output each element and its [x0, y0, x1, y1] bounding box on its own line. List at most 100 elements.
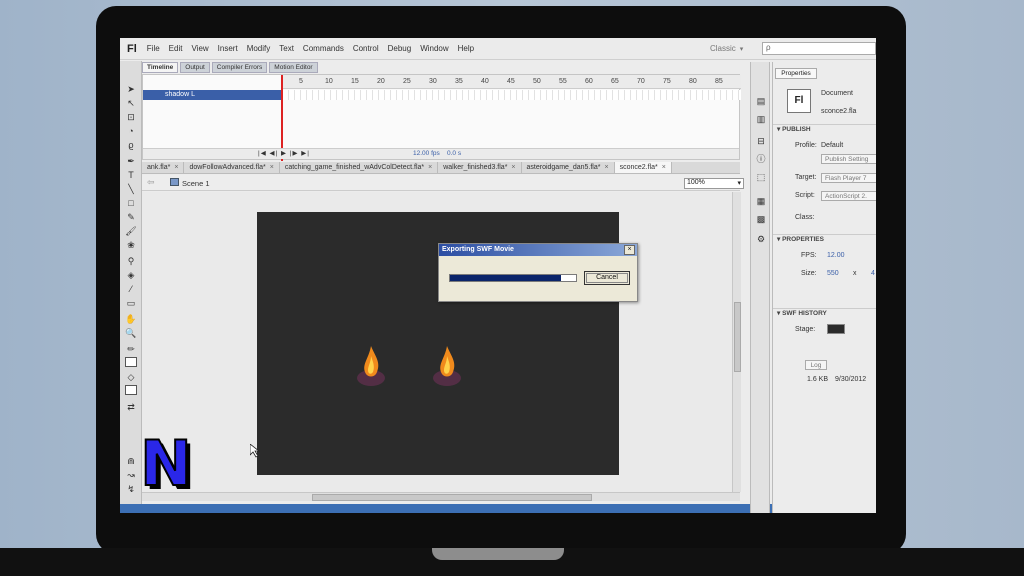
close-icon[interactable]: ×	[624, 245, 635, 255]
menu-control[interactable]: Control	[353, 44, 379, 53]
tab-timeline[interactable]: Timeline	[142, 62, 179, 73]
layer-row[interactable]: shadow L	[143, 90, 283, 100]
cancel-button[interactable]: Cancel	[584, 271, 630, 285]
transform-icon[interactable]: ⬚	[755, 172, 767, 183]
sconce-flame-left[interactable]	[351, 342, 391, 388]
info-icon[interactable]: ⓘ	[755, 154, 767, 165]
tab-properties[interactable]: Properties	[775, 68, 817, 79]
color-icon[interactable]: ▦	[755, 196, 767, 207]
stroke-color-swatch[interactable]	[125, 357, 137, 367]
frame-ruler[interactable]: 5 10 15 20 25 30 35 40 45 50 55 60 65 70…	[283, 75, 741, 89]
vertical-scrollbar[interactable]	[732, 192, 741, 492]
fill-color-icon[interactable]: ◇	[124, 371, 138, 383]
doc-tab[interactable]: dowFollowAdvanced.fla* ×	[184, 162, 280, 173]
text-tool-icon[interactable]: T	[124, 169, 138, 181]
timeline-status-bar: |◀ ◀| ▶ |▶ ▶| 12.00 fps 0.0 s	[143, 148, 739, 159]
menu-modify[interactable]: Modify	[247, 44, 271, 53]
back-arrow-icon[interactable]: ⇦	[147, 177, 155, 188]
snap-magnet-icon[interactable]: ⋒	[124, 455, 138, 467]
fill-color-swatch[interactable]	[125, 385, 137, 395]
target-label: Target:	[795, 174, 817, 181]
layer-frames[interactable]	[283, 90, 741, 100]
brush-tool-icon[interactable]: 🖌	[124, 225, 138, 237]
library-icon[interactable]: ▥	[755, 114, 767, 125]
subselection-tool-icon[interactable]: ↖	[124, 97, 138, 109]
script-select[interactable]: ActionScript 2.	[821, 191, 876, 201]
rectangle-tool-icon[interactable]: □	[124, 197, 138, 209]
pen-tool-icon[interactable]: ✒	[124, 155, 138, 167]
dialog-title: Exporting SWF Movie	[439, 244, 637, 256]
selection-tool-icon[interactable]: ➤	[124, 83, 138, 95]
swap-colors-icon[interactable]: ⇄	[124, 401, 138, 413]
scroll-thumb[interactable]	[734, 302, 741, 372]
doc-tab-label: dowFollowAdvanced.fla*	[189, 164, 266, 171]
eyedropper-tool-icon[interactable]: ⁄	[124, 283, 138, 295]
close-icon[interactable]: ×	[662, 164, 666, 171]
target-select[interactable]: Flash Player 7	[821, 173, 876, 183]
close-icon[interactable]: ×	[511, 164, 515, 171]
search-input[interactable]: ρ	[762, 42, 876, 55]
eraser-tool-icon[interactable]: ▭	[124, 297, 138, 309]
deco-tool-icon[interactable]: ❀	[124, 239, 138, 251]
doc-tab[interactable]: walker_finished3.fla* ×	[438, 162, 522, 173]
scroll-thumb[interactable]	[312, 494, 592, 501]
workspace-switcher[interactable]: Classic	[710, 44, 743, 53]
paint-bucket-tool-icon[interactable]: ◈	[124, 269, 138, 281]
menu-text[interactable]: Text	[279, 44, 294, 53]
doc-tab[interactable]: asteroidgame_dan5.fla* ×	[522, 162, 615, 173]
scene-breadcrumb[interactable]: Scene 1	[182, 179, 210, 188]
doc-tab[interactable]: ank.fla* ×	[142, 162, 185, 173]
doc-tab-active[interactable]: sconce2.fla* ×	[614, 162, 672, 173]
bone-tool-icon[interactable]: ⚲	[124, 255, 138, 267]
frame-rate[interactable]: 12.00 fps	[413, 150, 440, 157]
swf-history-section-header[interactable]: ▾ SWF HISTORY	[773, 308, 876, 318]
pencil-tool-icon[interactable]: ✎	[124, 211, 138, 223]
tab-compiler-errors[interactable]: Compiler Errors	[211, 62, 268, 73]
ruler-label: 40	[481, 78, 489, 85]
zoom-select[interactable]: 100%	[684, 178, 744, 189]
ruler-label: 15	[351, 78, 359, 85]
menu-debug[interactable]: Debug	[388, 44, 412, 53]
menu-window[interactable]: Window	[420, 44, 448, 53]
menu-file[interactable]: File	[147, 44, 160, 53]
menu-edit[interactable]: Edit	[169, 44, 183, 53]
profile-label: Profile:	[795, 142, 817, 149]
doc-tab[interactable]: catching_game_finished_wAdvColDetect.fla…	[280, 162, 439, 173]
properties-section-header[interactable]: ▾ PROPERTIES	[773, 234, 876, 244]
hand-tool-icon[interactable]: ✋	[124, 313, 138, 325]
lasso-tool-icon[interactable]: ϱ	[124, 139, 138, 151]
publish-section-header[interactable]: ▾ PUBLISH	[773, 124, 876, 134]
menu-commands[interactable]: Commands	[303, 44, 344, 53]
close-icon[interactable]: ×	[174, 164, 178, 171]
fps-value[interactable]: 12.00	[827, 252, 845, 259]
publish-settings-button[interactable]: Publish Setting	[821, 154, 876, 164]
properties-icon[interactable]: ▤	[755, 96, 767, 107]
close-icon[interactable]: ×	[428, 164, 432, 171]
swatches-icon[interactable]: ▩	[755, 214, 767, 225]
stage-area[interactable]	[142, 192, 732, 492]
free-transform-tool-icon[interactable]: ⊡	[124, 111, 138, 123]
zoom-tool-icon[interactable]: 🔍	[124, 327, 138, 339]
tab-motion-editor[interactable]: Motion Editor	[269, 62, 318, 73]
line-tool-icon[interactable]: ╲	[124, 183, 138, 195]
menu-view[interactable]: View	[191, 44, 208, 53]
log-button[interactable]: Log	[805, 360, 827, 370]
menu-insert[interactable]: Insert	[218, 44, 238, 53]
close-icon[interactable]: ×	[604, 164, 608, 171]
tab-output[interactable]: Output	[180, 62, 210, 73]
3d-rotation-tool-icon[interactable]: ◔	[124, 125, 138, 137]
close-icon[interactable]: ×	[270, 164, 274, 171]
sconce-flame-right[interactable]	[427, 342, 467, 388]
size-height[interactable]: 4	[871, 270, 875, 277]
playback-controls-icon[interactable]: |◀ ◀| ▶ |▶ ▶|	[258, 149, 310, 157]
components-icon[interactable]: ⚙	[755, 234, 767, 245]
straighten-icon[interactable]: ↯	[124, 483, 138, 495]
laptop-notch	[432, 548, 564, 560]
align-icon[interactable]: ⊟	[755, 136, 767, 147]
stage-color-swatch[interactable]	[827, 324, 845, 334]
stroke-color-icon[interactable]: ✏	[124, 343, 138, 355]
smooth-icon[interactable]: ↝	[124, 469, 138, 481]
size-width[interactable]: 550	[827, 270, 839, 277]
menu-help[interactable]: Help	[458, 44, 474, 53]
horizontal-scrollbar[interactable]	[142, 492, 740, 501]
